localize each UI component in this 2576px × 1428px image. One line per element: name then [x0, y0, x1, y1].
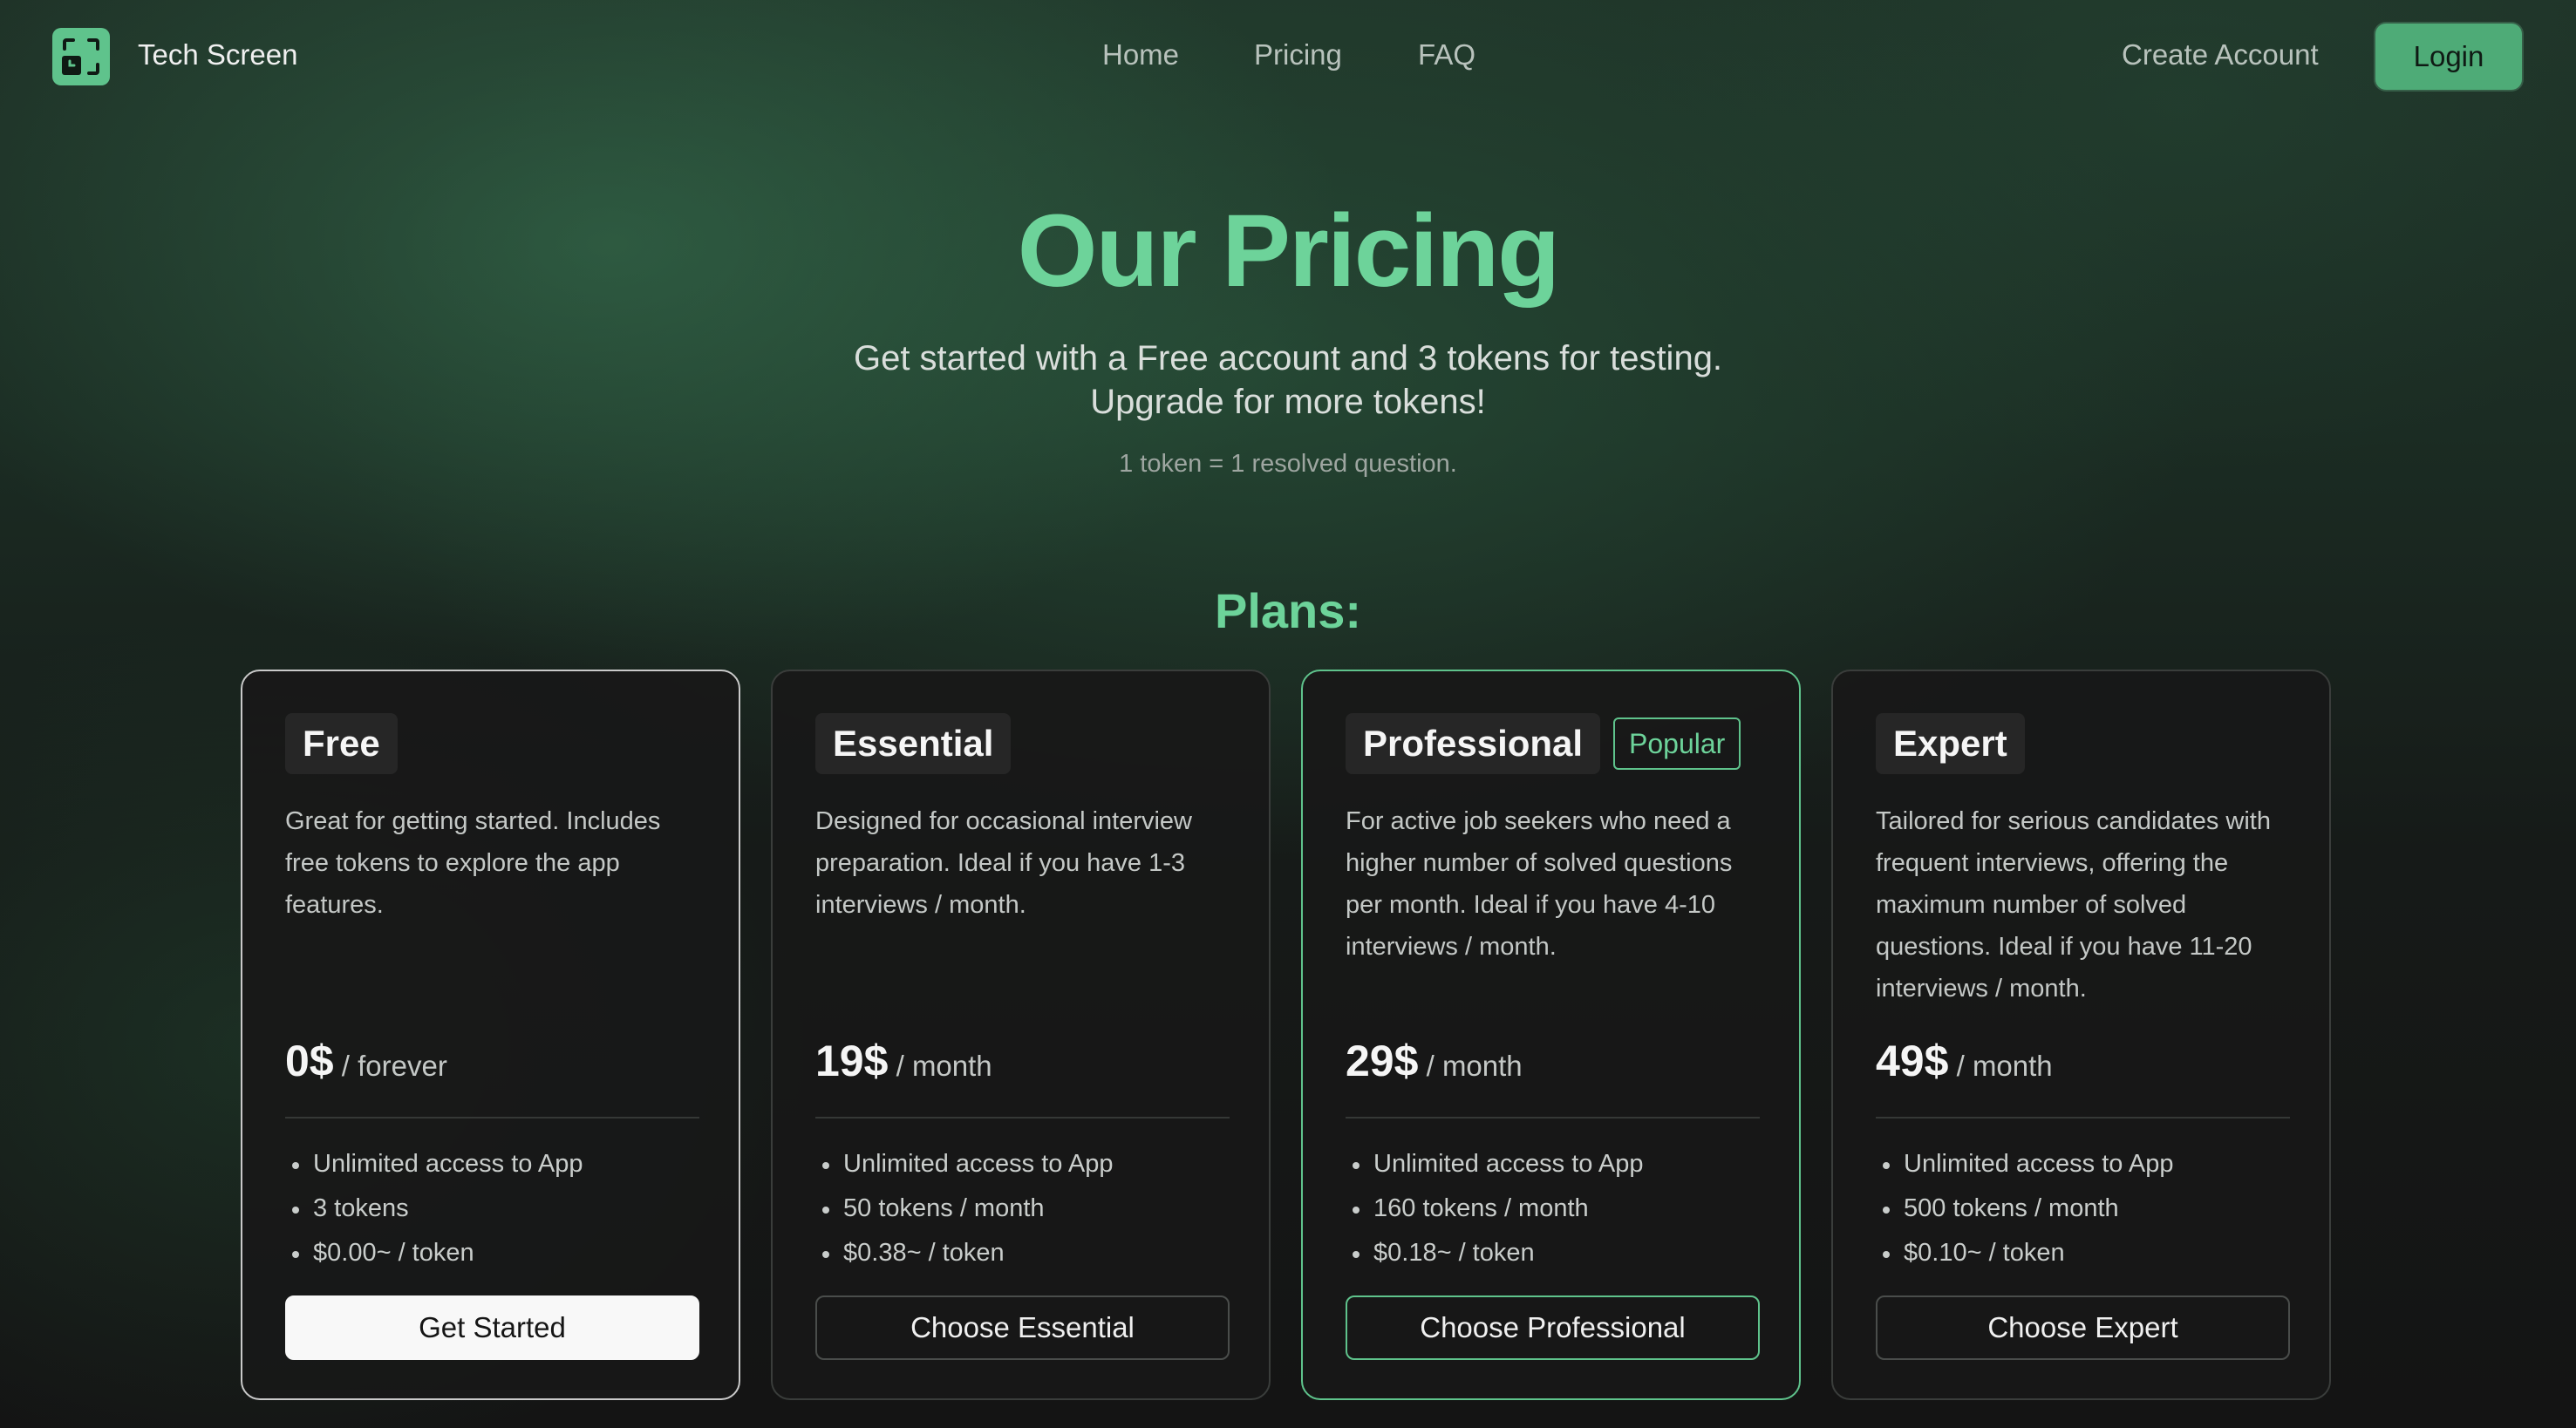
price-period: / month — [1426, 1050, 1523, 1082]
price-amount: 49$ — [1876, 1037, 1949, 1085]
feature-item: $0.38~ / token — [815, 1231, 1113, 1275]
feature-item: Unlimited access to App — [285, 1142, 583, 1187]
feature-item: 50 tokens / month — [815, 1187, 1113, 1231]
create-account-link[interactable]: Create Account — [2122, 38, 2319, 71]
plan-description: For active job seekers who need a higher… — [1346, 807, 1733, 961]
plan-card-free: Free Great for getting started. Includes… — [241, 670, 740, 1400]
choose-professional-button[interactable]: Choose Professional — [1346, 1295, 1760, 1360]
plan-price: 29$ / month — [1346, 1036, 1523, 1086]
divider — [815, 1117, 1230, 1119]
plan-description: Great for getting started. Includes free… — [285, 807, 661, 919]
feature-item: Unlimited access to App — [815, 1142, 1113, 1187]
feature-item: Unlimited access to App — [1346, 1142, 1643, 1187]
nav-pricing[interactable]: Pricing — [1254, 38, 1342, 71]
page-title: Our Pricing — [1017, 194, 1561, 309]
price-amount: 19$ — [815, 1037, 889, 1085]
feature-list: Unlimited access to App 500 tokens / mon… — [1876, 1142, 2173, 1275]
plans-heading: Plans: — [1214, 583, 1362, 638]
choose-essential-button[interactable]: Choose Essential — [815, 1295, 1230, 1360]
price-amount: 0$ — [285, 1037, 334, 1085]
price-period: / month — [1956, 1050, 2053, 1082]
feature-item: 3 tokens — [285, 1187, 583, 1231]
feature-list: Unlimited access to App 3 tokens $0.00~ … — [285, 1142, 583, 1275]
nav-faq[interactable]: FAQ — [1418, 38, 1475, 71]
divider — [1876, 1117, 2290, 1119]
plan-name: Essential — [815, 713, 1012, 774]
plan-description: Designed for occasional interview prepar… — [815, 807, 1192, 919]
feature-item: $0.18~ / token — [1346, 1231, 1643, 1275]
price-amount: 29$ — [1346, 1037, 1419, 1085]
feature-list: Unlimited access to App 160 tokens / mon… — [1346, 1142, 1643, 1275]
price-period: / forever — [341, 1050, 447, 1082]
plan-description: Tailored for serious candidates with fre… — [1876, 807, 2271, 1003]
divider — [285, 1117, 699, 1119]
nav-home[interactable]: Home — [1102, 38, 1179, 71]
get-started-button[interactable]: Get Started — [285, 1295, 699, 1360]
plan-name: Free — [285, 713, 398, 774]
plan-card-essential: Essential Designed for occasional interv… — [771, 670, 1271, 1400]
plan-price: 49$ / month — [1876, 1036, 2053, 1086]
hero-subtitle-line-1: Get started with a Free account and 3 to… — [853, 339, 1723, 377]
popular-badge: Popular — [1613, 717, 1741, 770]
site-header: Tech Screen Home Pricing FAQ Create Acco… — [0, 0, 2576, 115]
login-button[interactable]: Login — [2375, 24, 2522, 90]
hero-subtitle-line-2: Upgrade for more tokens! — [1090, 383, 1486, 421]
hero-subtitle: Get started with a Free account and 3 to… — [0, 337, 2576, 424]
plan-name: Expert — [1876, 713, 2025, 774]
brand-name[interactable]: Tech Screen — [138, 38, 297, 71]
plan-name: Professional — [1346, 713, 1601, 774]
plan-price: 0$ / forever — [285, 1036, 447, 1086]
token-note: 1 token = 1 resolved question. — [1119, 450, 1457, 478]
feature-item: 500 tokens / month — [1876, 1187, 2173, 1231]
plan-card-expert: Expert Tailored for serious candidates w… — [1831, 670, 2331, 1400]
feature-item: $0.00~ / token — [285, 1231, 583, 1275]
choose-expert-button[interactable]: Choose Expert — [1876, 1295, 2290, 1360]
plan-price: 19$ / month — [815, 1036, 992, 1086]
feature-item: 160 tokens / month — [1346, 1187, 1643, 1231]
feature-item: Unlimited access to App — [1876, 1142, 2173, 1187]
plan-card-professional: Professional Popular For active job seek… — [1301, 670, 1801, 1400]
scan-frame-icon[interactable] — [52, 28, 110, 85]
feature-item: $0.10~ / token — [1876, 1231, 2173, 1275]
price-period: / month — [896, 1050, 992, 1082]
feature-list: Unlimited access to App 50 tokens / mont… — [815, 1142, 1113, 1275]
divider — [1346, 1117, 1760, 1119]
